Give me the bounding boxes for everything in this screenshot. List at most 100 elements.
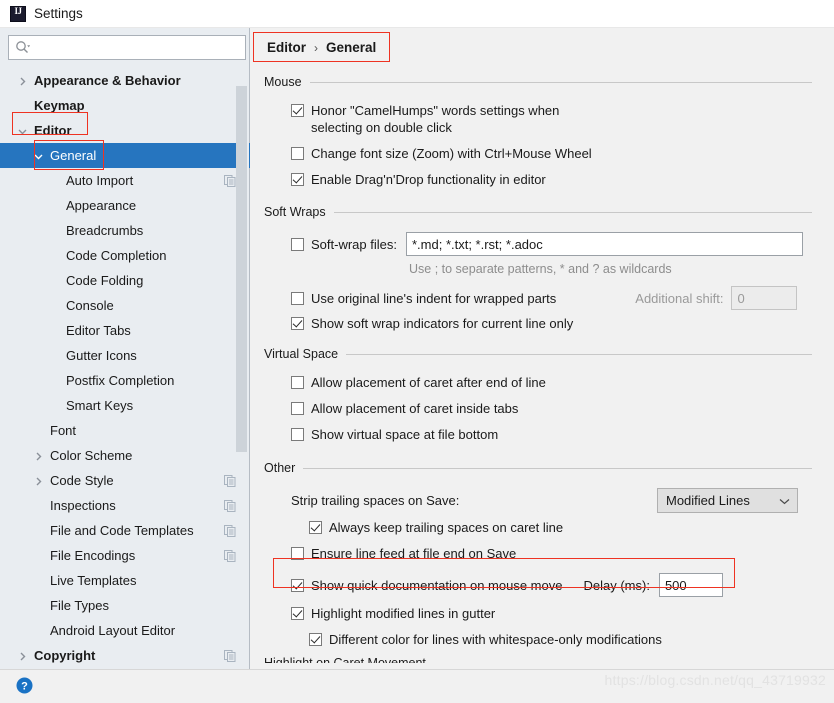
always-keep-trailing-row[interactable]: Always keep trailing spaces on caret lin… xyxy=(264,519,812,540)
different-color-checkbox[interactable] xyxy=(309,633,322,646)
sidebar-item-editor[interactable]: Editor xyxy=(0,118,250,143)
section-mouse-title: Mouse xyxy=(264,75,302,89)
section-other-header: Other xyxy=(264,460,812,476)
chevron-right-icon[interactable] xyxy=(17,75,28,86)
chevron-down-icon[interactable] xyxy=(17,125,28,136)
caret-after-eol-row[interactable]: Allow placement of caret after end of li… xyxy=(264,374,812,395)
show-quick-doc-checkbox[interactable] xyxy=(291,578,304,592)
copy-settings-icon[interactable] xyxy=(224,174,236,187)
sidebar-item-gutter-icons[interactable]: Gutter Icons xyxy=(0,343,250,368)
sidebar-item-file-and-code-templates[interactable]: File and Code Templates xyxy=(0,518,250,543)
settings-dialog: Settings Appearance & Behavior Keymap Edit… xyxy=(0,0,834,703)
sidebar-item-appearance[interactable]: Appearance xyxy=(0,193,250,218)
sidebar-item-label: Appearance xyxy=(66,198,137,213)
sidebar-item-label: General xyxy=(50,148,97,163)
sidebar-item-font[interactable]: Font xyxy=(0,418,250,443)
always-keep-trailing-checkbox[interactable] xyxy=(309,521,322,534)
additional-shift-input[interactable] xyxy=(731,286,798,310)
sidebar-item-live-templates[interactable]: Live Templates xyxy=(0,568,250,593)
section-highlight-caret-movement-partial: Highlight on Caret Movement xyxy=(264,656,426,663)
sidebar-item-label: File and Code Templates xyxy=(50,523,194,538)
show-quick-doc-label: Show quick documentation on mouse move xyxy=(311,577,563,593)
chevron-right-icon[interactable] xyxy=(33,450,44,461)
sidebar-item-android-layout-editor[interactable]: Android Layout Editor xyxy=(0,618,250,643)
sidebar-item-label: Code Completion xyxy=(66,248,167,263)
caret-after-eol-label: Allow placement of caret after end of li… xyxy=(311,375,546,390)
use-original-indent-label: Use original line's indent for wrapped p… xyxy=(311,290,557,306)
intellij-idea-logo-icon xyxy=(10,5,26,22)
copy-settings-icon[interactable] xyxy=(224,549,236,562)
copy-settings-icon[interactable] xyxy=(224,499,236,512)
section-mouse-header: Mouse xyxy=(264,74,812,90)
sidebar-item-general[interactable]: General xyxy=(0,143,250,168)
delay-input[interactable] xyxy=(658,573,723,597)
copy-settings-icon[interactable] xyxy=(224,474,236,487)
sidebar-item-breadcrumbs[interactable]: Breadcrumbs xyxy=(0,218,250,243)
soft-wrap-files-row: Soft-wrap files: xyxy=(264,232,812,256)
enable-dragndrop-checkbox[interactable] xyxy=(291,173,304,186)
show-soft-wrap-indicators-checkbox[interactable] xyxy=(291,317,304,330)
virtual-space-bottom-checkbox[interactable] xyxy=(291,428,304,441)
sidebar-item-code-completion[interactable]: Code Completion xyxy=(0,243,250,268)
sidebar-item-postfix-completion[interactable]: Postfix Completion xyxy=(0,368,250,393)
sidebar-item-label: Font xyxy=(50,423,77,438)
sidebar-item-console[interactable]: Console xyxy=(0,293,250,318)
caret-inside-tabs-row[interactable]: Allow placement of caret inside tabs xyxy=(264,400,812,421)
caret-inside-tabs-checkbox[interactable] xyxy=(291,402,304,415)
ensure-line-feed-checkbox[interactable] xyxy=(291,547,304,560)
chevron-right-icon[interactable] xyxy=(33,475,44,486)
breadcrumb-parent[interactable]: Editor xyxy=(267,40,306,55)
sidebar-item-file-types[interactable]: File Types xyxy=(0,593,250,618)
sidebar-item-smart-keys[interactable]: Smart Keys xyxy=(0,393,250,418)
show-soft-wrap-indicators-row[interactable]: Show soft wrap indicators for current li… xyxy=(264,315,812,336)
use-original-indent-checkbox[interactable] xyxy=(291,291,304,305)
section-other-title: Other xyxy=(264,461,296,475)
sidebar-item-file-encodings[interactable]: File Encodings xyxy=(0,543,250,568)
copy-settings-icon[interactable] xyxy=(224,649,236,662)
soft-wrap-files-input[interactable] xyxy=(405,232,803,256)
honor-camelhumps-checkbox[interactable] xyxy=(291,104,304,117)
search-box[interactable] xyxy=(8,35,246,60)
checkbox-row-change-font-size[interactable]: Change font size (Zoom) with Ctrl+Mouse … xyxy=(264,145,812,166)
soft-wrap-files-checkbox[interactable] xyxy=(291,237,304,251)
checkbox-row-honor-camelhumps[interactable]: Honor "CamelHumps" words settings when s… xyxy=(264,102,594,136)
sidebar-item-label: Live Templates xyxy=(50,573,137,588)
highlight-modified-row[interactable]: Highlight modified lines in gutter xyxy=(264,605,812,626)
sidebar-item-label: Code Folding xyxy=(66,273,144,288)
sidebar-item-color-scheme[interactable]: Color Scheme xyxy=(0,443,250,468)
show-soft-wrap-indicators-label: Show soft wrap indicators for current li… xyxy=(311,316,574,331)
help-question-icon[interactable]: ? xyxy=(16,677,33,694)
chevron-down-icon[interactable] xyxy=(33,150,44,161)
sidebar-item-appearance-behavior[interactable]: Appearance & Behavior xyxy=(0,68,250,93)
section-divider xyxy=(333,211,812,213)
sidebar-item-label: Auto Import xyxy=(66,173,134,188)
section-divider xyxy=(346,353,812,355)
sidebar-item-keymap[interactable]: Keymap xyxy=(0,93,250,118)
section-soft-wraps: Soft Wraps Soft-wrap files: Use ; to sep… xyxy=(264,204,812,336)
sidebar-item-editor-tabs[interactable]: Editor Tabs xyxy=(0,318,250,343)
sidebar-item-code-folding[interactable]: Code Folding xyxy=(0,268,250,293)
sidebar-item-copyright[interactable]: Copyright xyxy=(0,643,250,668)
sidebar-item-code-style[interactable]: Code Style xyxy=(0,468,250,493)
sidebar-item-inspections[interactable]: Inspections xyxy=(0,493,250,518)
search-input[interactable] xyxy=(32,37,222,58)
chevron-right-icon[interactable] xyxy=(17,650,28,661)
search-icon xyxy=(15,40,30,55)
copy-settings-icon[interactable] xyxy=(224,524,236,537)
sidebar-scrollbar-thumb[interactable] xyxy=(236,86,247,452)
soft-wrap-files-label: Soft-wrap files: xyxy=(311,236,397,252)
strip-trailing-dropdown[interactable]: Modified Lines xyxy=(657,488,798,513)
virtual-space-bottom-row[interactable]: Show virtual space at file bottom xyxy=(264,426,812,447)
sidebar-scrollbar-track[interactable] xyxy=(236,68,249,668)
sidebar-item-label: Keymap xyxy=(34,98,85,113)
ensure-line-feed-row[interactable]: Ensure line feed at file end on Save xyxy=(264,545,812,566)
checkbox-row-enable-dragndrop[interactable]: Enable Drag'n'Drop functionality in edit… xyxy=(264,171,812,192)
caret-after-eol-checkbox[interactable] xyxy=(291,376,304,389)
honor-camelhumps-label: Honor "CamelHumps" words settings when s… xyxy=(311,103,560,135)
change-font-size-checkbox[interactable] xyxy=(291,147,304,160)
highlight-modified-checkbox[interactable] xyxy=(291,607,304,620)
breadcrumb-separator-icon: › xyxy=(314,40,318,55)
sidebar-item-auto-import[interactable]: Auto Import xyxy=(0,168,250,193)
different-color-row[interactable]: Different color for lines with whitespac… xyxy=(264,631,812,652)
sidebar-item-label: Console xyxy=(66,298,114,313)
